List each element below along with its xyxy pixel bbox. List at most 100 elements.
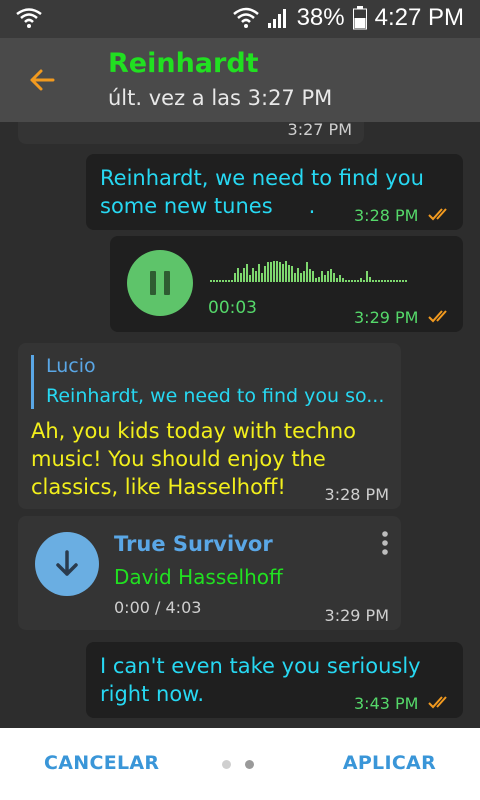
message-time: 3:43 PM bbox=[354, 694, 419, 713]
message-time: 3:29 PM bbox=[354, 308, 419, 327]
download-arrow-icon bbox=[56, 550, 78, 576]
waveform-bar bbox=[324, 275, 326, 282]
pause-icon bbox=[164, 271, 170, 295]
voice-message-bubble[interactable]: 00:03 3:29 PM bbox=[110, 236, 463, 332]
waveform-bar bbox=[321, 271, 323, 282]
waveform-bar bbox=[402, 280, 404, 282]
waveform-bar bbox=[369, 277, 371, 282]
waveform-bar bbox=[294, 273, 296, 282]
waveform-bar bbox=[285, 261, 287, 282]
waveform-bar bbox=[291, 266, 293, 282]
waveform-bar bbox=[330, 269, 332, 282]
battery-percent: 38% bbox=[296, 4, 345, 31]
waveform-bar bbox=[279, 262, 281, 282]
waveform-bar bbox=[327, 271, 329, 282]
waveform-bar bbox=[288, 265, 290, 282]
waveform-bar bbox=[363, 280, 365, 282]
message-time: 3:28 PM bbox=[354, 206, 419, 225]
download-button[interactable] bbox=[35, 532, 99, 596]
waveform-bar bbox=[243, 268, 245, 282]
message-bubble-out[interactable]: I can't even take you seriously right no… bbox=[86, 642, 463, 718]
waveform-bar bbox=[228, 280, 230, 282]
chat-header: Reinhardt últ. vez a las 3:27 PM bbox=[0, 38, 480, 122]
reply-preview: Reinhardt, we need to find you so... bbox=[46, 385, 385, 407]
track-title: True Survivor bbox=[114, 532, 273, 556]
waveform-bar bbox=[384, 280, 386, 282]
waveform-bar bbox=[333, 273, 335, 282]
waveform-bar bbox=[222, 280, 224, 282]
message-list[interactable]: 3:27 PM Reinhardt, we need to find you s… bbox=[0, 122, 480, 728]
status-bar: 38% 4:27 PM bbox=[0, 0, 480, 38]
more-options-icon[interactable] bbox=[380, 530, 390, 556]
waveform-bar bbox=[210, 280, 212, 282]
voice-waveform[interactable] bbox=[210, 260, 407, 282]
waveform-bar bbox=[267, 262, 269, 282]
double-check-icon bbox=[428, 695, 452, 714]
reply-message-bubble[interactable]: Lucio Reinhardt, we need to find you so.… bbox=[18, 343, 401, 509]
pause-button[interactable] bbox=[127, 250, 193, 316]
clock: 4:27 PM bbox=[374, 4, 464, 31]
back-arrow-icon[interactable] bbox=[26, 64, 58, 96]
last-seen: últ. vez a las 3:27 PM bbox=[108, 86, 333, 110]
voice-duration: 00:03 bbox=[208, 298, 257, 318]
bottom-action-bar: CANCELAR APLICAR bbox=[0, 728, 480, 800]
waveform-bar bbox=[315, 278, 317, 282]
message-time: 3:28 PM bbox=[324, 485, 389, 504]
contact-name[interactable]: Reinhardt bbox=[108, 48, 259, 79]
waveform-bar bbox=[270, 262, 272, 282]
waveform-bar bbox=[381, 280, 383, 282]
waveform-bar bbox=[234, 273, 236, 282]
waveform-bar bbox=[225, 280, 227, 282]
message-time: 3:29 PM bbox=[324, 606, 389, 625]
waveform-bar bbox=[258, 264, 260, 282]
waveform-bar bbox=[336, 278, 338, 282]
waveform-bar bbox=[306, 262, 308, 282]
waveform-bar bbox=[339, 275, 341, 282]
apply-button[interactable]: APLICAR bbox=[343, 752, 436, 774]
message-time: 3:27 PM bbox=[287, 122, 352, 139]
waveform-bar bbox=[231, 280, 233, 282]
waveform-bar bbox=[213, 280, 215, 282]
waveform-bar bbox=[261, 273, 263, 282]
waveform-bar bbox=[273, 261, 275, 282]
message-bubble-out[interactable]: Reinhardt, we need to find you some new … bbox=[86, 154, 463, 230]
message-text-line: music! You should enjoy the bbox=[31, 447, 326, 471]
track-artist: David Hasselhoff bbox=[114, 565, 283, 589]
waveform-bar bbox=[393, 280, 395, 282]
wifi-signal-icon bbox=[232, 7, 259, 29]
audio-message-bubble[interactable]: True Survivor David Hasselhoff 0:00 / 4:… bbox=[18, 516, 401, 630]
waveform-bar bbox=[354, 280, 356, 282]
page-indicator-dot-active[interactable] bbox=[245, 760, 254, 769]
waveform-bar bbox=[309, 269, 311, 282]
waveform-bar bbox=[297, 268, 299, 282]
waveform-bar bbox=[360, 278, 362, 282]
message-text-line: Reinhardt, we need to find you bbox=[100, 166, 424, 190]
waveform-bar bbox=[348, 280, 350, 282]
pause-icon bbox=[150, 271, 156, 295]
waveform-bar bbox=[405, 280, 407, 282]
waveform-bar bbox=[378, 280, 380, 282]
waveform-bar bbox=[396, 280, 398, 282]
reply-author: Lucio bbox=[46, 355, 96, 377]
waveform-bar bbox=[252, 268, 254, 282]
waveform-bar bbox=[357, 280, 359, 282]
message-bubble[interactable]: 3:27 PM bbox=[18, 122, 364, 144]
waveform-bar bbox=[246, 264, 248, 282]
waveform-bar bbox=[399, 280, 401, 282]
page-indicator-dot[interactable] bbox=[222, 760, 231, 769]
waveform-bar bbox=[255, 271, 257, 282]
waveform-bar bbox=[240, 273, 242, 282]
waveform-bar bbox=[366, 271, 368, 282]
double-check-icon bbox=[428, 207, 452, 226]
track-progress: 0:00 / 4:03 bbox=[114, 598, 202, 617]
wifi-icon bbox=[16, 8, 42, 33]
cancel-button[interactable]: CANCELAR bbox=[44, 752, 159, 774]
waveform-bar bbox=[390, 280, 392, 282]
reply-quote[interactable]: Lucio Reinhardt, we need to find you so.… bbox=[31, 355, 391, 409]
waveform-bar bbox=[372, 280, 374, 282]
waveform-bar bbox=[237, 268, 239, 282]
waveform-bar bbox=[345, 280, 347, 282]
waveform-bar bbox=[276, 261, 278, 282]
message-text-line: Ah, you kids today with techno bbox=[31, 419, 357, 443]
waveform-bar bbox=[219, 280, 221, 282]
